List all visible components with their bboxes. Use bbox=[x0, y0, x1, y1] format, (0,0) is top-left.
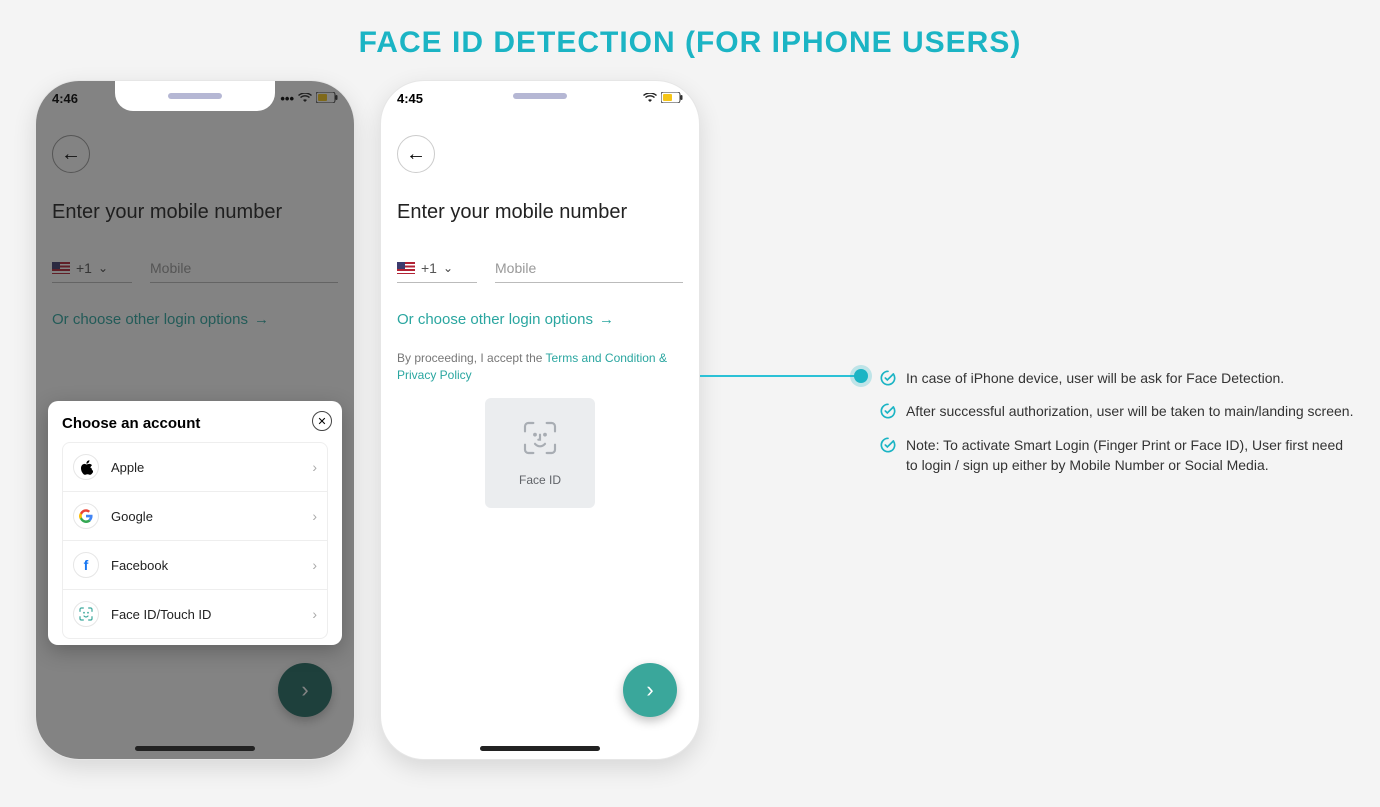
screen: ← Enter your mobile number +1 ⌄ Mobile O… bbox=[381, 81, 699, 759]
country-code-select[interactable]: +1 ⌄ bbox=[397, 254, 477, 283]
facebook-icon: f bbox=[73, 552, 99, 578]
battery-icon bbox=[661, 91, 683, 106]
home-indicator bbox=[480, 746, 600, 751]
apple-icon bbox=[73, 454, 99, 480]
faceid-icon bbox=[520, 418, 560, 463]
faceid-label: Face ID bbox=[519, 473, 561, 487]
account-label: Facebook bbox=[111, 558, 168, 573]
home-indicator bbox=[135, 746, 255, 751]
account-label: Google bbox=[111, 509, 153, 524]
chevron-down-icon: ⌄ bbox=[443, 261, 453, 275]
account-facebook[interactable]: f Facebook › bbox=[63, 540, 327, 589]
phone-mock-left: 4:46 ••• ← Enter your mobile number +1 ⌄… bbox=[35, 80, 355, 760]
continue-fab[interactable]: › bbox=[623, 663, 677, 717]
choose-account-sheet: ✕ Choose an account Apple › Google › f F… bbox=[48, 401, 342, 645]
chevron-right-icon: › bbox=[312, 557, 317, 573]
status-time: 4:45 bbox=[397, 91, 423, 106]
check-icon bbox=[880, 403, 896, 424]
flag-icon bbox=[397, 262, 415, 274]
other-login-text: Or choose other login options bbox=[397, 311, 593, 328]
wifi-icon bbox=[643, 91, 657, 106]
account-faceid[interactable]: Face ID/Touch ID › bbox=[63, 589, 327, 638]
close-icon: ✕ bbox=[317, 415, 326, 428]
terms-text: By proceeding, I accept the Terms and Co… bbox=[397, 350, 683, 384]
note-text: After successful authorization, user wil… bbox=[906, 401, 1353, 424]
google-icon bbox=[73, 503, 99, 529]
phone-mock-right: 4:45 ← Enter your mobile number +1 ⌄ Mob… bbox=[380, 80, 700, 760]
chevron-right-icon: › bbox=[312, 459, 317, 475]
mobile-input[interactable]: Mobile bbox=[495, 254, 683, 283]
check-icon bbox=[880, 370, 896, 391]
other-login-link[interactable]: Or choose other login options → bbox=[397, 311, 683, 328]
back-button[interactable]: ← bbox=[397, 135, 435, 173]
notch bbox=[115, 81, 275, 111]
faceid-icon bbox=[73, 601, 99, 627]
note-item: In case of iPhone device, user will be a… bbox=[880, 368, 1355, 391]
screen-heading: Enter your mobile number bbox=[397, 201, 683, 224]
note-text: In case of iPhone device, user will be a… bbox=[906, 368, 1284, 391]
note-item: Note: To activate Smart Login (Finger Pr… bbox=[880, 435, 1355, 476]
check-icon bbox=[880, 437, 896, 476]
terms-prefix: By proceeding, I accept the bbox=[397, 351, 546, 365]
note-text: Note: To activate Smart Login (Finger Pr… bbox=[906, 435, 1355, 476]
chevron-right-icon: › bbox=[646, 677, 653, 703]
close-button[interactable]: ✕ bbox=[312, 411, 332, 431]
note-item: After successful authorization, user wil… bbox=[880, 401, 1355, 424]
country-code-value: +1 bbox=[421, 260, 437, 276]
account-label: Face ID/Touch ID bbox=[111, 607, 211, 622]
account-apple[interactable]: Apple › bbox=[63, 443, 327, 491]
arrow-right-icon: → bbox=[599, 311, 614, 328]
page-title: FACE ID DETECTION (FOR IPHONE USERS) bbox=[0, 0, 1380, 60]
notch bbox=[460, 81, 620, 111]
chevron-right-icon: › bbox=[312, 508, 317, 524]
account-list: Apple › Google › f Facebook › Face ID/To… bbox=[62, 442, 328, 639]
faceid-tile[interactable]: Face ID bbox=[485, 398, 595, 508]
account-google[interactable]: Google › bbox=[63, 491, 327, 540]
callout-connector bbox=[700, 375, 858, 377]
notes-panel: In case of iPhone device, user will be a… bbox=[880, 368, 1355, 485]
arrow-left-icon: ← bbox=[406, 143, 426, 166]
chevron-right-icon: › bbox=[312, 606, 317, 622]
account-label: Apple bbox=[111, 460, 144, 475]
sheet-title: Choose an account bbox=[62, 415, 328, 432]
